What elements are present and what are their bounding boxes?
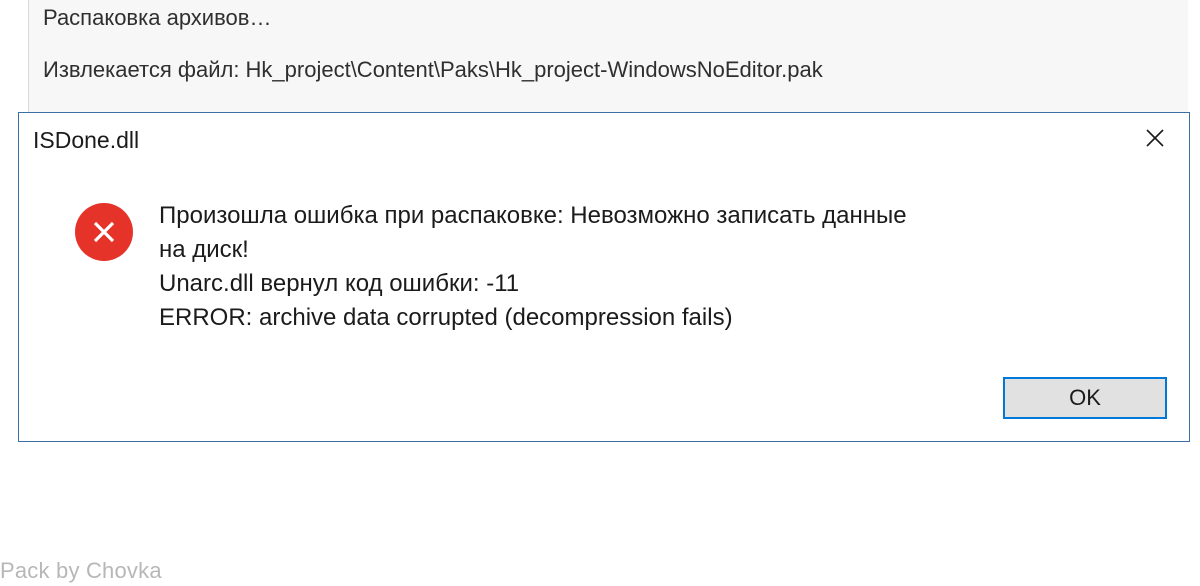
progress-filename-text: Извлекается файл: Hk_project\Content\Pak… (43, 57, 1174, 83)
dialog-footer: OK (19, 377, 1189, 441)
error-line: ERROR: archive data corrupted (decompres… (159, 301, 907, 335)
watermark-text: Pack by Chovka (0, 558, 162, 584)
close-button[interactable] (1121, 113, 1189, 167)
installer-progress-panel: Распаковка архивов… Извлекается файл: Hk… (28, 0, 1188, 124)
error-message: Произошла ошибка при распаковке: Невозмо… (159, 199, 907, 335)
progress-status-text: Распаковка архивов… (43, 5, 1174, 31)
error-icon (75, 203, 133, 261)
dialog-titlebar[interactable]: ISDone.dll (19, 113, 1189, 167)
ok-button[interactable]: OK (1003, 377, 1167, 419)
close-icon (1145, 128, 1165, 153)
error-line: Unarc.dll вернул код ошибки: -11 (159, 267, 907, 301)
dialog-title: ISDone.dll (33, 127, 139, 154)
error-line: на диск! (159, 233, 907, 267)
dialog-body: Произошла ошибка при распаковке: Невозмо… (19, 167, 1189, 377)
error-line: Произошла ошибка при распаковке: Невозмо… (159, 199, 907, 233)
error-dialog: ISDone.dll Произошла ошибка при распаков… (18, 112, 1190, 442)
